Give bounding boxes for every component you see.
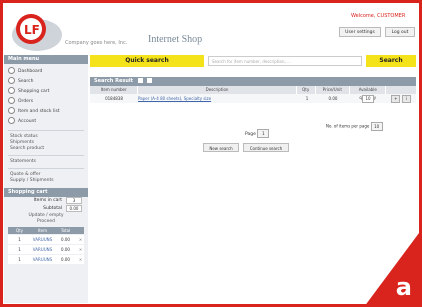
qty-input-cell: 10 — [350, 94, 386, 103]
results-title: Search Result — [94, 78, 133, 84]
item-qty: 1 — [305, 96, 309, 101]
sidebar-item-label: Item and stock list — [18, 109, 60, 114]
radio-icon — [8, 117, 15, 124]
page-label: Page — [245, 132, 256, 137]
cart-line-total: 0.00 — [61, 257, 70, 262]
per-page-label: No. of items per page — [326, 123, 370, 129]
item-number: 0184838 — [105, 96, 123, 101]
cart-line: 1 VARUUNS 0.00 ✕ — [8, 245, 84, 254]
sidebar-link[interactable]: Statements — [4, 159, 88, 165]
delete-icon[interactable]: ✕ — [77, 235, 84, 244]
corner-badge-letter: a — [395, 273, 412, 301]
results-heading: Search Result — [90, 77, 416, 86]
cart-line: 1 VARUUNS 0.00 ✕ — [8, 235, 84, 244]
column-header — [386, 86, 416, 94]
company-name: Company goes here, Inc. — [65, 40, 128, 46]
sidebar-item-stock[interactable]: Item and stock list — [4, 107, 88, 117]
pagination: Page 1 — [245, 129, 270, 139]
column-header[interactable]: Item number — [90, 86, 139, 94]
sidebar-item-label: Search — [18, 79, 34, 84]
page-select[interactable]: 1 — [257, 129, 270, 138]
results-table-header: Item number Description Qty Price/Unit A… — [90, 86, 416, 100]
sidebar: Main menu Dashboard Search Shopping cart… — [4, 55, 88, 303]
row-actions: + i — [386, 94, 416, 103]
radio-icon — [8, 97, 15, 104]
delete-icon[interactable]: ✕ — [77, 255, 84, 264]
sidebar-item-orders[interactable]: Orders — [4, 97, 88, 107]
quantity-input[interactable]: 10 — [362, 95, 374, 103]
svg-text:LF: LF — [24, 23, 40, 37]
cart-column-header: Item — [37, 228, 48, 233]
radio-icon — [8, 77, 15, 84]
per-page-select[interactable]: 10 — [370, 122, 383, 131]
new-search-button[interactable]: New search — [203, 143, 239, 152]
cart-summary-value: 0.00 — [66, 205, 82, 212]
sidebar-item-label: Dashboard — [18, 69, 43, 74]
cart-line-qty: 1 — [18, 257, 21, 262]
item-price: 0.00 — [328, 96, 338, 101]
cart-proceed-link[interactable]: Proceed — [4, 219, 88, 225]
continue-search-button[interactable]: Continue search — [243, 143, 289, 152]
radio-icon — [8, 107, 15, 114]
column-header[interactable]: Available quantity — [350, 86, 387, 100]
cart-line-qty: 1 — [18, 237, 21, 242]
print-icon[interactable] — [137, 78, 143, 83]
cart-line-total: 0.00 — [61, 247, 70, 252]
company-logo: LF — [12, 14, 62, 51]
sidebar-item-label: Shopping cart — [18, 89, 50, 94]
cart-line-item[interactable]: VARUUNS — [31, 255, 54, 264]
search-input[interactable]: Search for item number, description, ... — [208, 56, 362, 66]
cart-column-header: Total — [60, 228, 71, 233]
sidebar-item-cart[interactable]: Shopping cart — [4, 87, 88, 97]
store-title: Internet Shop — [148, 34, 203, 45]
table-row: 0184838 Paper (A-4 80 sheets), Specialty… — [90, 94, 416, 103]
cart-summary-label: Subtotal — [43, 206, 62, 211]
sidebar-item-label: Account — [18, 119, 37, 124]
cart-line: 1 VARUUNS 0.00 ✕ — [8, 255, 84, 264]
welcome-text: Welcome, CUSTOMER — [351, 13, 406, 19]
cart-line-qty: 1 — [18, 247, 21, 252]
corner-badge — [364, 229, 422, 307]
divider — [8, 130, 84, 131]
divider — [8, 168, 84, 169]
search-button[interactable]: Search — [366, 55, 416, 67]
divider — [8, 155, 84, 156]
user-settings-button[interactable]: User settings — [339, 27, 381, 37]
cart-line-item[interactable]: VARUUNS — [31, 245, 54, 254]
export-icon[interactable] — [147, 78, 153, 83]
cart-summary-row: Items in cart 3 — [4, 197, 88, 205]
cart-heading: Shopping cart — [4, 188, 88, 197]
cart-summary-label: Items in cart — [33, 198, 62, 203]
per-page-control: No. of items per page 10 — [326, 122, 383, 131]
sidebar-item-search[interactable]: Search — [4, 77, 88, 87]
quick-search-label: Quick search — [90, 55, 204, 67]
quick-search-bar: Quick search Search for item number, des… — [90, 55, 416, 67]
details-icon[interactable]: i — [401, 95, 411, 103]
column-header[interactable]: Qty — [297, 86, 316, 94]
add-to-cart-icon[interactable]: + — [391, 95, 401, 103]
sidebar-item-label: Orders — [18, 99, 34, 104]
delete-icon[interactable]: ✕ — [77, 245, 84, 254]
item-description-link[interactable]: Paper (A-4 80 sheets), Specialty size — [138, 94, 298, 103]
sidebar-item-account[interactable]: Account — [4, 117, 88, 127]
sidebar-link[interactable]: Search product — [4, 146, 88, 152]
column-header[interactable]: Price/Unit — [316, 86, 351, 94]
cart-summary-value: 3 — [66, 197, 82, 204]
cart-table-header: Qty Item Total — [8, 227, 84, 234]
radio-icon — [8, 67, 15, 74]
header: LF Company goes here, Inc. Internet Shop… — [3, 3, 419, 51]
sidebar-heading: Main menu — [4, 55, 88, 64]
sidebar-item-dashboard[interactable]: Dashboard — [4, 67, 88, 77]
cart-line-total: 0.00 — [61, 237, 70, 242]
cart-summary-row: Subtotal 0.00 — [4, 205, 88, 213]
cart-column-header: Qty — [15, 228, 24, 233]
radio-icon — [8, 87, 15, 94]
logout-button[interactable]: Log out — [385, 27, 415, 37]
cart-line-item[interactable]: VARUUNS — [31, 235, 54, 244]
column-header[interactable]: Description — [138, 86, 297, 94]
search-results-panel: Search Result Item number Description Qt… — [90, 77, 416, 152]
